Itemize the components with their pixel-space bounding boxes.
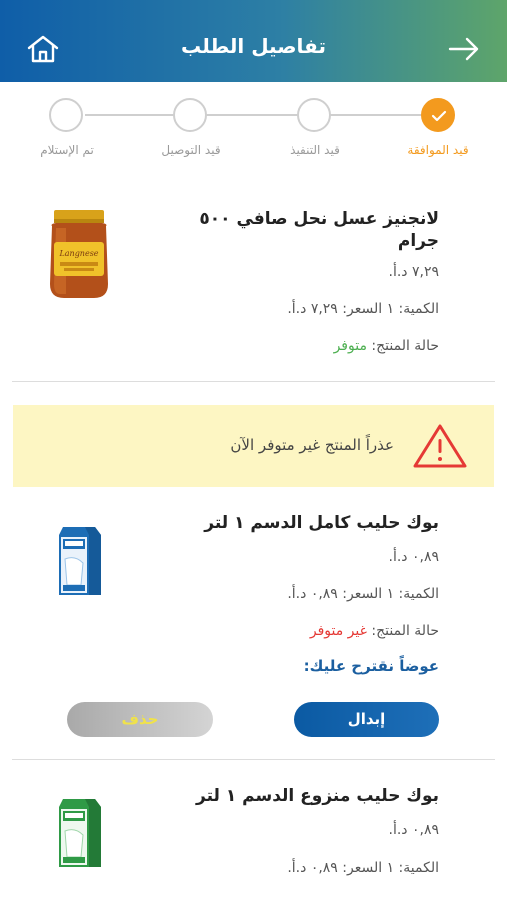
step-circle-processing <box>297 98 331 132</box>
replace-button[interactable]: إبدال <box>294 702 439 737</box>
product-status: حالة المنتج: غير متوفر <box>310 623 439 639</box>
product-status-value: غير متوفر <box>309 623 367 639</box>
step-circle-approval <box>421 98 455 132</box>
back-button[interactable] <box>447 36 481 62</box>
product-status-label: حالة المنتج: <box>366 338 439 354</box>
order-progress-stepper: قيد الموافقة قيد التنفيذ قيد التوصيل تم … <box>0 82 507 172</box>
product-status-value: متوفر <box>333 338 367 354</box>
product-qty-price: الكمية: ١ السعر: ٠,٨٩ د.أ. <box>287 586 439 602</box>
step-circle-received <box>49 98 83 132</box>
page-title: تفاصيل الطلب <box>181 34 326 58</box>
product-status: حالة المنتج: متوفر <box>334 338 439 354</box>
product-qty-price: الكمية: ١ السعر: ٠,٨٩ د.أ. <box>287 860 439 876</box>
product-price: ٧,٢٩ د.أ. <box>388 264 440 280</box>
arrow-right-icon <box>448 37 479 61</box>
step-circle-delivery <box>173 98 207 132</box>
product-name: بوك حليب منزوع الدسم ١ لتر <box>196 786 439 806</box>
svg-text:Langnese: Langnese <box>58 249 98 258</box>
warning-text: عذراً المنتج غير متوفر الآن <box>230 436 394 454</box>
suggestion-label: عوضاً نقترح عليك: <box>303 657 439 675</box>
step-label-delivery: قيد التوصيل <box>161 143 221 157</box>
honey-jar-image: Langnese <box>46 210 112 304</box>
product-price: ٠,٨٩ د.أ. <box>388 822 440 838</box>
step-label-received: تم الإستلام <box>40 143 94 157</box>
app-header: تفاصيل الطلب <box>0 0 507 82</box>
warning-icon <box>412 423 468 473</box>
product-name: بوك حليب كامل الدسم ١ لتر <box>204 513 439 533</box>
unavailable-warning-banner: عذراً المنتج غير متوفر الآن <box>13 405 494 487</box>
full-milk-carton-image <box>55 523 105 603</box>
step-label-processing: قيد التنفيذ <box>290 143 340 157</box>
product-status-label: حالة المنتج: <box>366 623 439 639</box>
check-icon <box>431 110 447 122</box>
skim-milk-carton-image <box>55 795 105 875</box>
step-label-approval: قيد الموافقة <box>407 143 469 157</box>
delete-button[interactable]: حذف <box>67 702 213 737</box>
divider <box>12 759 495 760</box>
product-qty-price: الكمية: ١ السعر: ٧,٢٩ د.أ. <box>287 301 439 317</box>
product-name: لانجنيز عسل نحل صافي ٥٠٠ جرام <box>199 209 439 251</box>
divider <box>12 381 495 382</box>
product-price: ٠,٨٩ د.أ. <box>388 549 440 565</box>
stepper-line <box>85 114 421 116</box>
